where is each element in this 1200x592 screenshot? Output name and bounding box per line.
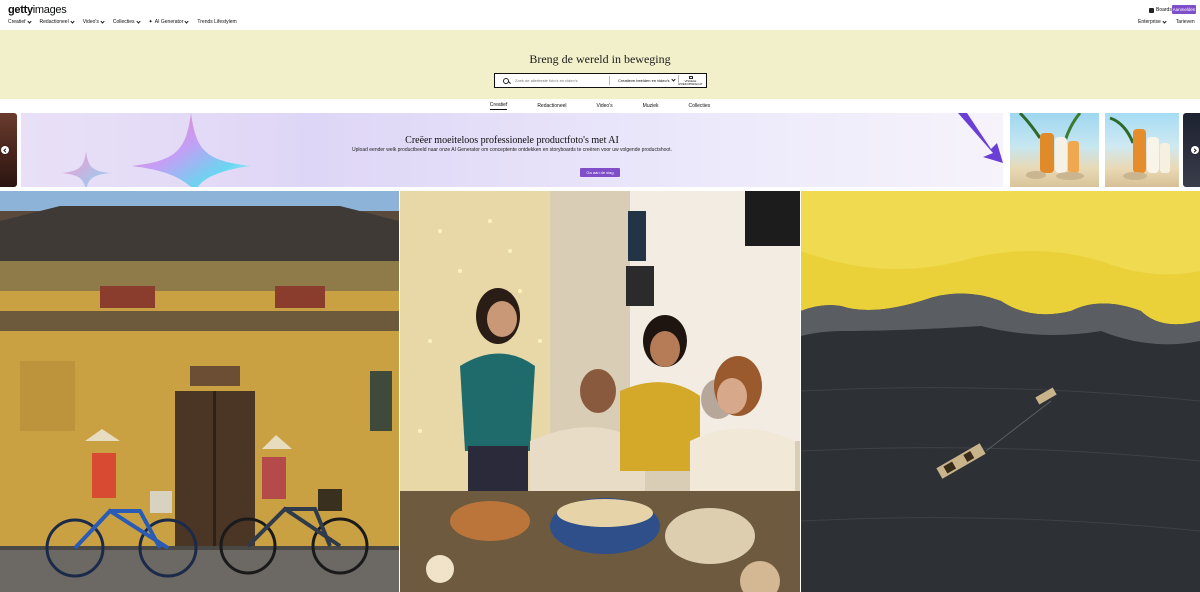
chevron-down-icon (26, 18, 32, 24)
divider (609, 76, 610, 85)
aerial-coast-illustration (801, 191, 1200, 592)
signin-button[interactable]: Aanmelden (1172, 5, 1196, 14)
tab-collecties[interactable]: Collecties (689, 103, 711, 110)
tab-muziek[interactable]: Muziek (643, 103, 659, 110)
chevron-down-icon (1162, 18, 1167, 24)
nav-collecties[interactable]: Collecties (112, 18, 141, 25)
pricing-label: Tarieven (1175, 19, 1195, 25)
photo-aerial-shipwreck[interactable] (801, 191, 1200, 592)
boards-link[interactable]: Boards (1149, 7, 1172, 13)
product-bottles-illustration (1018, 113, 1084, 180)
hero-title: Breng de wereld in beweging (529, 52, 671, 66)
logo-light: images (32, 4, 67, 16)
nav-label: AI Generator (154, 19, 184, 25)
right-nav: Enterprise Tarieven (1138, 18, 1200, 25)
nav-label: Redactioneel (39, 19, 69, 25)
banner-cta-button[interactable]: Ga aan de slag (580, 168, 620, 177)
tab-creatief[interactable]: Creatief (489, 102, 508, 110)
board-icon (1149, 7, 1154, 13)
celebration-scene-illustration (400, 191, 800, 592)
tab-videos[interactable]: Video's (597, 103, 613, 110)
enterprise-label: Enterprise (1138, 19, 1161, 25)
nav-label: Creatief (8, 19, 26, 25)
visual-search-button[interactable]: VISUELE ZOEKOPDRACHT (678, 75, 702, 85)
nav-creatief[interactable]: Creatief (8, 18, 32, 25)
chevron-down-icon (100, 18, 105, 24)
nav-label: Video's (82, 19, 99, 25)
nav-trends[interactable]: Trends Lifestylem (197, 19, 236, 25)
product-image-2 (1105, 113, 1179, 187)
chevron-down-icon (184, 18, 190, 24)
pricing-link[interactable]: Tarieven (1176, 19, 1195, 25)
street-scene-illustration (0, 191, 399, 592)
banner-subtitle: Upload eender welk productbeeld naar onz… (352, 147, 672, 153)
chevron-left-icon (3, 147, 8, 153)
photo-friends-celebrating[interactable] (400, 191, 800, 592)
banner-title: Creëer moeiteloos professionele productf… (405, 135, 619, 146)
tab-redactioneel[interactable]: Redactioneel (537, 103, 566, 110)
chevron-right-icon (1192, 147, 1197, 153)
nav-redactioneel[interactable]: Redactioneel (39, 18, 75, 25)
carousel-next-button[interactable] (1191, 146, 1199, 154)
arrow-illustration (958, 113, 1003, 163)
search-filter-dropdown[interactable]: Creatieve beelden en video's (618, 77, 677, 83)
visual-search-label: VISUELE ZOEKOPDRACHT (679, 78, 703, 86)
nav-ai-generator[interactable]: ✦ AI Generator (148, 18, 190, 25)
product-bottles-illustration (1109, 116, 1170, 180)
content-tabs: Creatief Redactioneel Video's Muziek Col… (0, 99, 1200, 113)
logo-bold: getty (8, 4, 33, 16)
getty-images-logo[interactable]: gettyimages (8, 4, 67, 16)
chevron-down-icon (135, 18, 141, 24)
nav-label: Trends Lifestylem (197, 19, 237, 25)
chevron-down-icon (70, 18, 75, 24)
nav-label: Collecties (112, 19, 135, 25)
search-bar: Creatieve beelden en video's VISUELE ZOE… (494, 73, 707, 88)
chevron-down-icon (671, 77, 677, 82)
search-input[interactable] (515, 78, 605, 83)
boards-label: Boards (1156, 7, 1172, 13)
filter-label: Creatieve beelden en video's (618, 78, 670, 83)
carousel-prev-button[interactable] (1, 146, 9, 154)
photo-hoi-an-bicycles[interactable] (0, 191, 399, 592)
ai-promo-banner: Creëer moeiteloos professionele productf… (21, 113, 1003, 187)
hero-section: Breng de wereld in beweging Creatieve be… (0, 30, 1200, 99)
enterprise-menu[interactable]: Enterprise (1138, 18, 1167, 25)
nav-videos[interactable]: Video's (82, 18, 105, 25)
main-nav: Creatief Redactioneel Video's Collecties… (8, 18, 237, 25)
top-bar: gettyimages Creatief Redactioneel Video'… (0, 0, 1200, 30)
search-icon[interactable] (503, 77, 509, 84)
product-image-1 (1010, 113, 1099, 187)
sparkle-icon: ✦ (148, 19, 153, 25)
